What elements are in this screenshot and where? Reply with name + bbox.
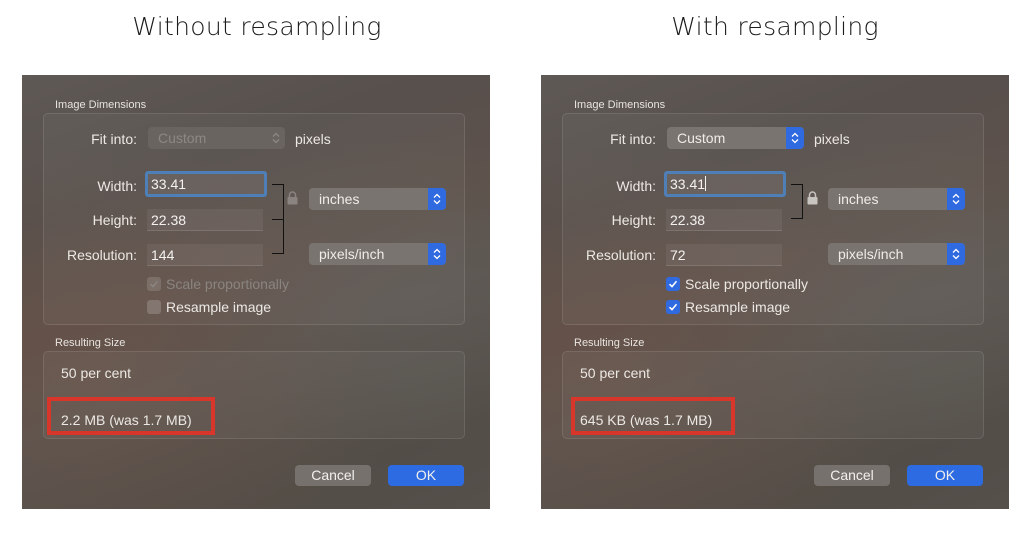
image-dimensions-title: Image Dimensions — [574, 99, 666, 111]
ok-button[interactable]: OK — [388, 465, 464, 486]
height-field[interactable]: 22.38 — [666, 209, 782, 231]
lock-icon[interactable] — [807, 191, 818, 205]
chevron-updown-icon — [947, 243, 965, 265]
resulting-size-title: Resulting Size — [55, 337, 126, 349]
resample-image-checkbox[interactable]: Resample image — [147, 299, 271, 315]
image-size-dialog-without-resampling: Image Dimensions Fit into: Custom pixels… — [22, 75, 490, 509]
size-unit-popup[interactable]: inches — [828, 188, 965, 210]
width-value: 33.41 — [151, 176, 187, 192]
resolution-unit-value: pixels/inch — [319, 246, 385, 262]
caption-without-resampling: Without resampling — [132, 12, 382, 41]
checkmark-icon — [666, 277, 680, 291]
resolution-unit-popup[interactable]: pixels/inch — [828, 243, 965, 265]
chevron-updown-icon — [786, 127, 804, 149]
checkmark-icon — [147, 277, 161, 291]
resulting-size-title: Resulting Size — [574, 337, 645, 349]
resolution-unit-value: pixels/inch — [838, 246, 904, 262]
checkbox-unchecked-icon — [147, 300, 161, 314]
fit-into-label: Fit into: — [610, 131, 656, 147]
percent-text: 50 per cent — [61, 365, 132, 381]
chevron-updown-icon — [947, 188, 965, 210]
size-unit-value: inches — [319, 191, 360, 207]
resample-image-checkbox[interactable]: Resample image — [666, 299, 790, 315]
ok-button[interactable]: OK — [907, 465, 983, 486]
fit-into-value: Custom — [158, 130, 207, 146]
size-unit-value: inches — [838, 191, 879, 207]
image-dimensions-title: Image Dimensions — [55, 99, 147, 111]
height-value: 22.38 — [151, 212, 187, 228]
cancel-button[interactable]: Cancel — [295, 465, 371, 486]
resample-image-label: Resample image — [166, 299, 272, 315]
resolution-label: Resolution: — [66, 247, 137, 263]
height-label: Height: — [611, 212, 656, 228]
chevron-updown-icon — [428, 188, 446, 210]
lock-icon[interactable] — [287, 191, 298, 205]
size-unit-popup[interactable]: inches — [309, 188, 446, 210]
resample-image-label: Resample image — [685, 299, 791, 315]
width-label: Width: — [97, 178, 137, 194]
constraint-bracket — [791, 184, 803, 219]
fit-into-value: Custom — [677, 130, 726, 146]
width-field[interactable]: 33.41 — [664, 171, 786, 197]
scale-proportionally-checkbox[interactable]: Scale proportionally — [147, 276, 289, 292]
resulting-size-text: 645 KB (was 1.7 MB) — [580, 412, 713, 428]
resulting-size-text: 2.2 MB (was 1.7 MB) — [61, 412, 192, 428]
resolution-field[interactable]: 72 — [666, 244, 782, 266]
scale-proportionally-label: Scale proportionally — [685, 276, 808, 292]
text-caret — [705, 176, 707, 191]
fit-into-label: Fit into: — [91, 131, 137, 147]
caption-with-resampling: With resampling — [671, 12, 879, 41]
resolution-label: Resolution: — [585, 247, 656, 263]
fit-into-unit: pixels — [814, 131, 850, 147]
image-size-dialog-with-resampling: Image Dimensions Fit into: Custom pixels… — [541, 75, 1009, 509]
scale-proportionally-label: Scale proportionally — [166, 276, 289, 292]
fit-into-popup[interactable]: Custom — [667, 127, 804, 149]
resolution-value: 72 — [670, 247, 686, 263]
chevron-updown-icon — [267, 127, 285, 149]
constraint-bracket-tick — [272, 219, 284, 220]
checkmark-icon — [666, 300, 680, 314]
fit-into-unit: pixels — [295, 131, 331, 147]
width-label: Width: — [616, 178, 656, 194]
width-field[interactable]: 33.41 — [145, 171, 267, 197]
scale-proportionally-checkbox[interactable]: Scale proportionally — [666, 276, 808, 292]
resolution-unit-popup[interactable]: pixels/inch — [309, 243, 446, 265]
resolution-field[interactable]: 144 — [147, 244, 263, 266]
cancel-button[interactable]: Cancel — [814, 465, 890, 486]
height-field[interactable]: 22.38 — [147, 209, 263, 231]
height-label: Height: — [92, 212, 137, 228]
percent-text: 50 per cent — [580, 365, 651, 381]
fit-into-popup[interactable]: Custom — [148, 127, 285, 149]
resolution-value: 144 — [151, 247, 175, 263]
width-value: 33.41 — [670, 176, 706, 192]
height-value: 22.38 — [670, 212, 706, 228]
chevron-updown-icon — [428, 243, 446, 265]
